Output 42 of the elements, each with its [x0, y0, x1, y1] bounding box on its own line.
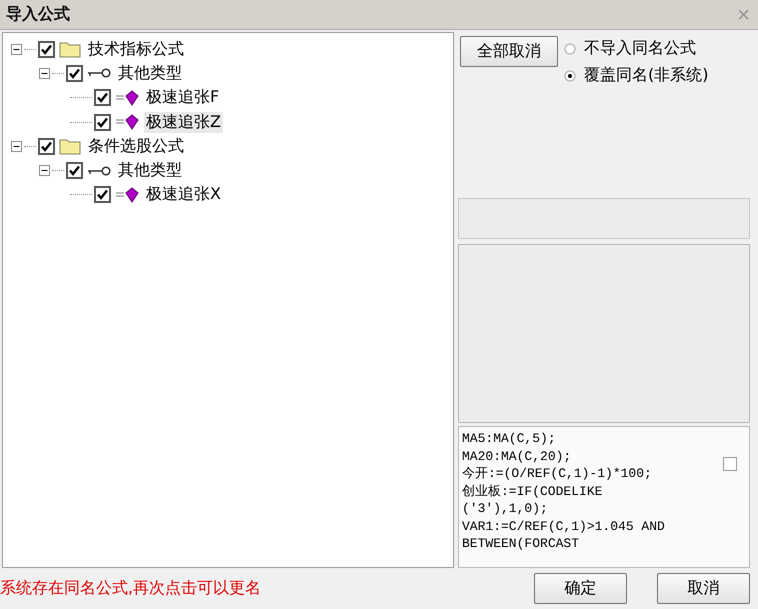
- checkbox[interactable]: [723, 457, 737, 472]
- collapse-icon[interactable]: [39, 68, 50, 79]
- code-line: ('3'),1,0);: [462, 500, 549, 518]
- checkbox[interactable]: [94, 114, 111, 131]
- diamond-icon: [115, 90, 139, 106]
- collapse-icon[interactable]: [11, 140, 22, 152]
- tree-item[interactable]: 极速追张F: [144, 87, 222, 108]
- window-title: 导入公式: [6, 4, 70, 25]
- checkbox[interactable]: [66, 64, 83, 82]
- folder-icon: [59, 137, 81, 156]
- code-line: MA20:MA(C,20);: [462, 448, 572, 466]
- tree-item[interactable]: 技术指标公式: [86, 38, 186, 60]
- radio-button[interactable]: [564, 42, 576, 54]
- option-label: 不导入同名公式: [584, 38, 696, 59]
- tree-item[interactable]: 其他类型: [116, 62, 184, 84]
- checkbox[interactable]: [94, 186, 111, 204]
- diamond-icon: [115, 186, 139, 203]
- diamond-icon: [115, 114, 139, 130]
- checkbox[interactable]: [38, 138, 55, 155]
- option-label: 覆盖同名(非系统): [584, 65, 708, 86]
- tree-item[interactable]: 极速追张Z: [144, 112, 223, 133]
- key-icon: [87, 68, 111, 78]
- checkbox[interactable]: [94, 89, 111, 106]
- checkbox[interactable]: [38, 40, 55, 58]
- radio-button[interactable]: [564, 70, 576, 82]
- dialog-button[interactable]: 取消: [657, 573, 750, 604]
- key-icon: [87, 166, 111, 176]
- collapse-icon[interactable]: [39, 165, 50, 176]
- deselect-all-button[interactable]: 全部取消: [460, 36, 558, 67]
- tree-item[interactable]: 条件选股公式: [86, 136, 186, 157]
- collapse-icon[interactable]: [11, 44, 22, 55]
- folder-icon: [59, 40, 81, 58]
- code-line: VAR1:=C/REF(C,1)>1.045 AND: [462, 518, 665, 536]
- checkbox[interactable]: [66, 162, 83, 180]
- code-line: BETWEEN(FORCAST: [462, 535, 580, 553]
- tree-item[interactable]: 极速追张X: [144, 184, 223, 206]
- dialog-button[interactable]: 确定: [534, 573, 627, 604]
- code-line: 今开:=(O/REF(C,1)-1)*100;: [462, 465, 653, 483]
- code-line: 创业板:=IF(CODELIKE: [462, 482, 604, 500]
- tree-item[interactable]: 其他类型: [116, 160, 184, 182]
- code-line: MA5:MA(C,5);: [462, 430, 557, 448]
- status-message: 系统存在同名公式,再次点击可以更名: [0, 578, 262, 599]
